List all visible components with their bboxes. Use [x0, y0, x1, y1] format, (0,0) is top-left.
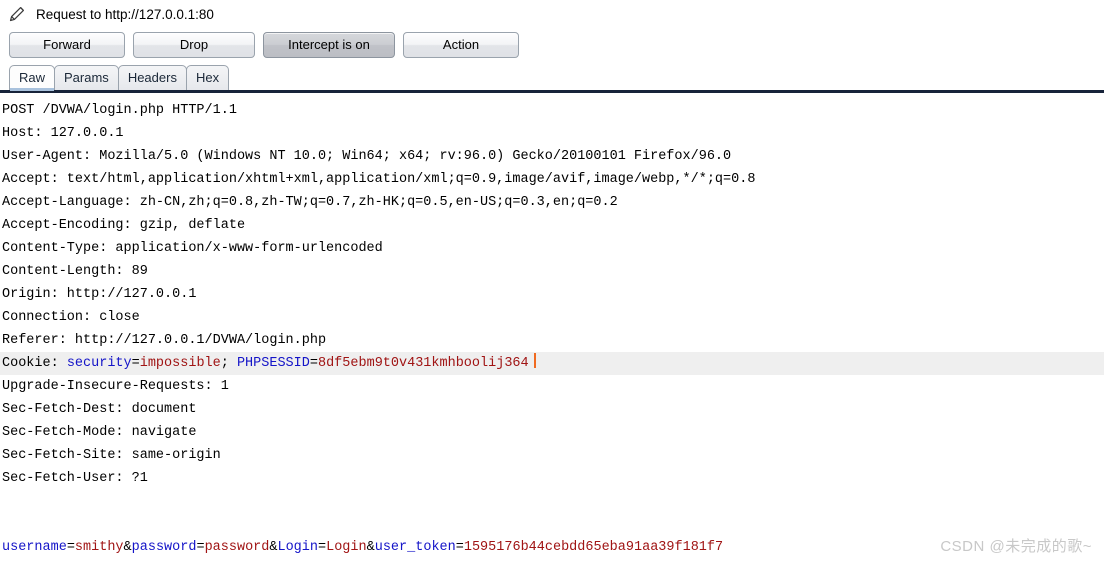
- header-sec-fetch-site: Sec-Fetch-Site: same-origin: [2, 448, 221, 463]
- header-referer: Referer: http://127.0.0.1/DVWA/login.php: [2, 333, 327, 348]
- cookie-value-security: impossible: [139, 356, 221, 371]
- body-eq-1: =: [196, 540, 205, 555]
- body-key-login: Login: [277, 540, 318, 555]
- message-tab-bar: Raw Params Headers Hex: [0, 62, 1104, 91]
- body-value-login: Login: [326, 540, 367, 555]
- body-key-username: username: [2, 540, 67, 555]
- request-line: POST /DVWA/login.php HTTP/1.1: [2, 103, 237, 118]
- text-cursor: [533, 353, 536, 368]
- cookie-key-phpsessid: PHPSESSID: [236, 356, 310, 371]
- header-content-length: Content-Length: 89: [2, 264, 148, 279]
- action-button[interactable]: Action: [403, 32, 519, 58]
- body-value-password: password: [204, 540, 270, 555]
- request-body: username=smithy&password=password&Login=…: [0, 536, 1104, 559]
- header-sec-fetch-mode: Sec-Fetch-Mode: navigate: [2, 425, 197, 440]
- body-eq-0: =: [66, 540, 75, 555]
- header-cookie: Cookie: security=impossible; PHPSESSID=8…: [0, 352, 1104, 375]
- page-title: Request to http://127.0.0.1:80: [36, 6, 214, 22]
- header-sec-fetch-user: Sec-Fetch-User: ?1: [2, 471, 148, 486]
- header-sec-fetch-dest: Sec-Fetch-Dest: document: [2, 402, 197, 417]
- cookie-key-security: security: [66, 356, 132, 371]
- tab-hex[interactable]: Hex: [185, 65, 230, 90]
- header-accept: Accept: text/html,application/xhtml+xml,…: [2, 172, 756, 187]
- tab-params[interactable]: Params: [54, 65, 119, 90]
- cookie-eq-1: =: [309, 356, 318, 371]
- header-origin: Origin: http://127.0.0.1: [2, 287, 197, 302]
- tab-raw[interactable]: Raw: [9, 65, 56, 91]
- header-user-agent: User-Agent: Mozilla/5.0 (Windows NT 10.0…: [2, 149, 732, 164]
- header-connection: Connection: close: [2, 310, 140, 325]
- header-accept-language: Accept-Language: zh-CN,zh;q=0.8,zh-TW;q=…: [2, 195, 618, 210]
- header-upgrade-insecure-requests: Upgrade-Insecure-Requests: 1: [2, 379, 229, 394]
- cookie-eq-0: =: [131, 356, 140, 371]
- body-value-username: smithy: [74, 540, 124, 555]
- tab-headers[interactable]: Headers: [117, 65, 187, 90]
- raw-request-editor[interactable]: POST /DVWA/login.php HTTP/1.1 Host: 127.…: [0, 93, 1104, 559]
- header-accept-encoding: Accept-Encoding: gzip, deflate: [2, 218, 246, 233]
- forward-button[interactable]: Forward: [9, 32, 125, 58]
- intercept-toolbar: Forward Drop Intercept is on Action: [0, 28, 1104, 62]
- body-amp-0: &: [123, 540, 132, 555]
- body-eq-2: =: [318, 540, 327, 555]
- header-content-type: Content-Type: application/x-www-form-url…: [2, 241, 383, 256]
- window-title-bar: Request to http://127.0.0.1:80: [0, 0, 1104, 28]
- csdn-watermark: CSDN @未完成的歌~: [940, 538, 1092, 555]
- body-value-user-token: 1595176b44cebdd65eba91aa39f181f7: [463, 540, 724, 555]
- cookie-value-phpsessid: 8df5ebm9t0v431kmhboolij364: [317, 356, 529, 371]
- pencil-icon: [6, 3, 28, 25]
- body-amp-2: &: [366, 540, 375, 555]
- cookie-prefix: Cookie:: [2, 356, 67, 371]
- body-key-user-token: user_token: [374, 540, 456, 555]
- body-eq-3: =: [455, 540, 464, 555]
- intercept-toggle-button[interactable]: Intercept is on: [263, 32, 395, 58]
- body-key-password: password: [131, 540, 197, 555]
- drop-button[interactable]: Drop: [133, 32, 255, 58]
- cookie-sep-0: ;: [220, 356, 237, 371]
- header-host: Host: 127.0.0.1: [2, 126, 124, 141]
